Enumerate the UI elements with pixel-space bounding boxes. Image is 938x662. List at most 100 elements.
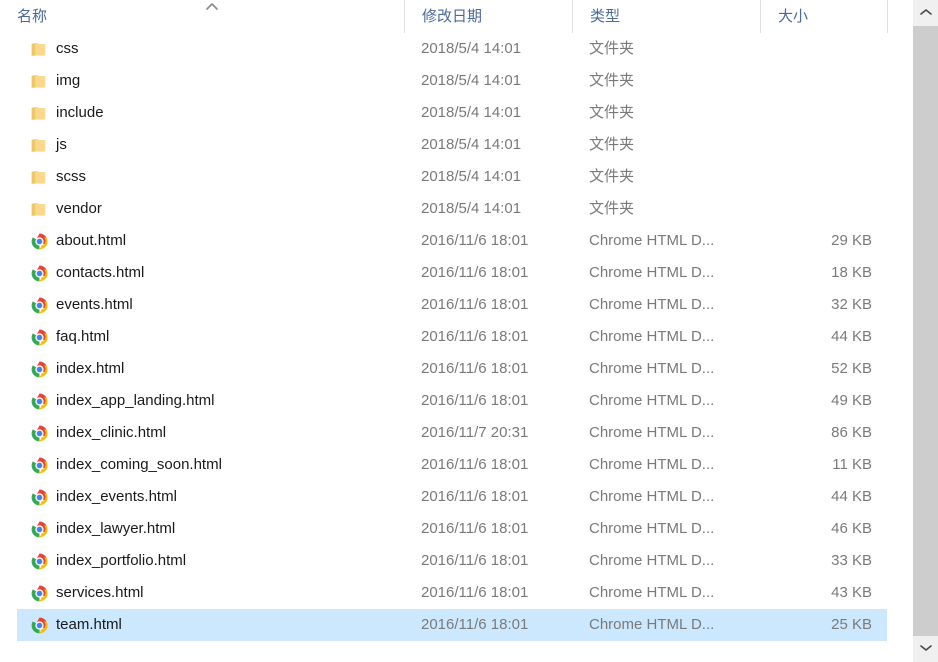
file-name-cell: index_coming_soon.html bbox=[56, 456, 222, 473]
file-type-cell: 文件夹 bbox=[589, 72, 635, 89]
file-size-cell: 18 KB bbox=[831, 264, 872, 281]
scrollbar-thumb[interactable] bbox=[913, 26, 938, 636]
file-size-cell: 32 KB bbox=[831, 296, 872, 313]
file-name-cell: faq.html bbox=[56, 328, 110, 345]
file-name-cell: contacts.html bbox=[56, 264, 145, 281]
column-header-spacer bbox=[887, 0, 913, 33]
file-size-cell bbox=[760, 97, 887, 129]
file-type-cell: 文件夹 bbox=[589, 136, 635, 153]
date-modified-cell: 2018/5/4 14:01 bbox=[421, 136, 522, 153]
file-name-cell: index.html bbox=[56, 360, 125, 377]
sort-ascending-caret-icon bbox=[204, 1, 220, 11]
file-type-cell: Chrome HTML D... bbox=[589, 328, 715, 345]
file-type-cell: Chrome HTML D... bbox=[589, 584, 715, 601]
file-list-row[interactable]: team.html 2016/11/6 18:01 Chrome HTML D...… bbox=[0, 609, 913, 641]
date-modified-cell: 2016/11/6 18:01 bbox=[421, 552, 529, 569]
file-type-cell: 文件夹 bbox=[589, 200, 635, 217]
file-size-cell bbox=[760, 65, 887, 97]
file-name-cell: about.html bbox=[56, 232, 127, 249]
file-list-row[interactable]: css 2018/5/4 14:01 文件夹 bbox=[0, 33, 913, 65]
date-modified-cell: 2016/11/6 18:01 bbox=[421, 584, 529, 601]
file-name-cell: team.html bbox=[56, 616, 122, 633]
file-type-cell: Chrome HTML D... bbox=[589, 616, 715, 633]
file-list-row[interactable]: index_lawyer.html 2016/11/6 18:01 Chrome H… bbox=[0, 513, 913, 545]
file-list-row[interactable]: index_app_landing.html 2016/11/6 18:01 Chr… bbox=[0, 385, 913, 417]
file-name-cell: css bbox=[56, 40, 79, 57]
date-modified-cell: 2016/11/6 18:01 bbox=[421, 520, 529, 537]
column-header-size[interactable]: 大小 bbox=[760, 0, 887, 33]
chevron-down-icon[interactable] bbox=[913, 636, 938, 662]
file-size-cell: 44 KB bbox=[831, 488, 872, 505]
date-modified-cell: 2018/5/4 14:01 bbox=[421, 40, 522, 57]
vertical-scrollbar[interactable] bbox=[913, 0, 938, 662]
file-list-row[interactable]: img 2018/5/4 14:01 文件夹 bbox=[0, 65, 913, 97]
file-type-cell: Chrome HTML D... bbox=[589, 296, 715, 313]
file-type-cell: Chrome HTML D... bbox=[589, 424, 715, 441]
file-size-cell: 43 KB bbox=[831, 584, 872, 601]
file-name-cell: include bbox=[56, 104, 104, 121]
file-type-cell: 文件夹 bbox=[589, 168, 635, 185]
chevron-up-icon[interactable] bbox=[913, 0, 938, 26]
date-modified-cell: 2018/5/4 14:01 bbox=[421, 200, 522, 217]
date-modified-cell: 2016/11/6 18:01 bbox=[421, 264, 529, 281]
date-modified-cell: 2016/11/6 18:01 bbox=[421, 392, 529, 409]
file-size-cell bbox=[760, 129, 887, 161]
file-list-row[interactable]: index.html 2016/11/6 18:01 Chrome HTML D..… bbox=[0, 353, 913, 385]
column-header-date-modified[interactable]: 修改日期 bbox=[404, 0, 572, 33]
file-list-row[interactable]: events.html 2016/11/6 18:01 Chrome HTML D.… bbox=[0, 289, 913, 321]
date-modified-cell: 2016/11/6 18:01 bbox=[421, 456, 529, 473]
file-type-cell: 文件夹 bbox=[589, 104, 635, 121]
file-list-row[interactable]: contacts.html 2016/11/6 18:01 Chrome HTML … bbox=[0, 257, 913, 289]
file-name-cell: services.html bbox=[56, 584, 144, 601]
file-size-cell: 46 KB bbox=[831, 520, 872, 537]
file-list-row[interactable]: index_events.html 2016/11/6 18:01 Chrome H… bbox=[0, 481, 913, 513]
file-size-cell: 11 KB bbox=[832, 456, 872, 473]
file-explorer-window: 名称 修改日期 类型 大小 css 2018/5/4 14:01 文件夹 img 201… bbox=[0, 0, 938, 662]
file-type-cell: Chrome HTML D... bbox=[589, 488, 715, 505]
file-size-cell bbox=[760, 161, 887, 193]
file-name-cell: index_lawyer.html bbox=[56, 520, 176, 537]
column-header-bar: 名称 修改日期 类型 大小 bbox=[0, 0, 913, 33]
file-list-row[interactable]: index_coming_soon.html 2016/11/6 18:01 Chr… bbox=[0, 449, 913, 481]
file-list-row[interactable]: about.html 2016/11/6 18:01 Chrome HTML D..… bbox=[0, 225, 913, 257]
file-list-row[interactable]: scss 2018/5/4 14:01 文件夹 bbox=[0, 161, 913, 193]
file-name-cell: index_app_landing.html bbox=[56, 392, 215, 409]
file-size-cell: 86 KB bbox=[831, 424, 872, 441]
date-modified-cell: 2018/5/4 14:01 bbox=[421, 72, 522, 89]
file-size-cell: 25 KB bbox=[831, 616, 872, 633]
file-name-cell: scss bbox=[56, 168, 86, 185]
file-size-cell: 44 KB bbox=[831, 328, 872, 345]
file-type-cell: Chrome HTML D... bbox=[589, 232, 715, 249]
file-list-row[interactable]: include 2018/5/4 14:01 文件夹 bbox=[0, 97, 913, 129]
file-size-cell bbox=[760, 193, 887, 225]
file-type-cell: Chrome HTML D... bbox=[589, 360, 715, 377]
date-modified-cell: 2016/11/6 18:01 bbox=[421, 488, 529, 505]
file-list-row[interactable]: js 2018/5/4 14:01 文件夹 bbox=[0, 129, 913, 161]
date-modified-cell: 2016/11/6 18:01 bbox=[421, 616, 529, 633]
file-list[interactable]: css 2018/5/4 14:01 文件夹 img 2018/5/4 14:01 文件夹… bbox=[0, 33, 913, 662]
file-name-cell: vendor bbox=[56, 200, 102, 217]
file-name-cell: js bbox=[56, 136, 67, 153]
file-type-cell: Chrome HTML D... bbox=[589, 552, 715, 569]
date-modified-cell: 2016/11/6 18:01 bbox=[421, 360, 529, 377]
file-type-cell: Chrome HTML D... bbox=[589, 456, 715, 473]
date-modified-cell: 2018/5/4 14:01 bbox=[421, 104, 522, 121]
file-list-row[interactable]: vendor 2018/5/4 14:01 文件夹 bbox=[0, 193, 913, 225]
file-list-row[interactable]: index_clinic.html 2016/11/7 20:31 Chrome H… bbox=[0, 417, 913, 449]
date-modified-cell: 2016/11/6 18:01 bbox=[421, 232, 529, 249]
file-size-cell: 29 KB bbox=[831, 232, 872, 249]
file-size-cell: 49 KB bbox=[831, 392, 872, 409]
file-name-cell: index_portfolio.html bbox=[56, 552, 187, 569]
file-list-row[interactable]: faq.html 2016/11/6 18:01 Chrome HTML D... 4… bbox=[0, 321, 913, 353]
date-modified-cell: 2016/11/6 18:01 bbox=[421, 328, 529, 345]
file-size-cell bbox=[760, 33, 887, 65]
file-type-cell: Chrome HTML D... bbox=[589, 392, 715, 409]
file-name-cell: index_events.html bbox=[56, 488, 177, 505]
file-list-row[interactable]: index_portfolio.html 2016/11/6 18:01 Chrom… bbox=[0, 545, 913, 577]
column-header-type[interactable]: 类型 bbox=[572, 0, 760, 33]
file-name-cell: img bbox=[56, 72, 81, 89]
file-type-cell: Chrome HTML D... bbox=[589, 520, 715, 537]
file-list-row[interactable]: services.html 2016/11/6 18:01 Chrome HTML … bbox=[0, 577, 913, 609]
file-size-cell: 52 KB bbox=[831, 360, 872, 377]
column-header-name[interactable]: 名称 bbox=[0, 0, 404, 33]
